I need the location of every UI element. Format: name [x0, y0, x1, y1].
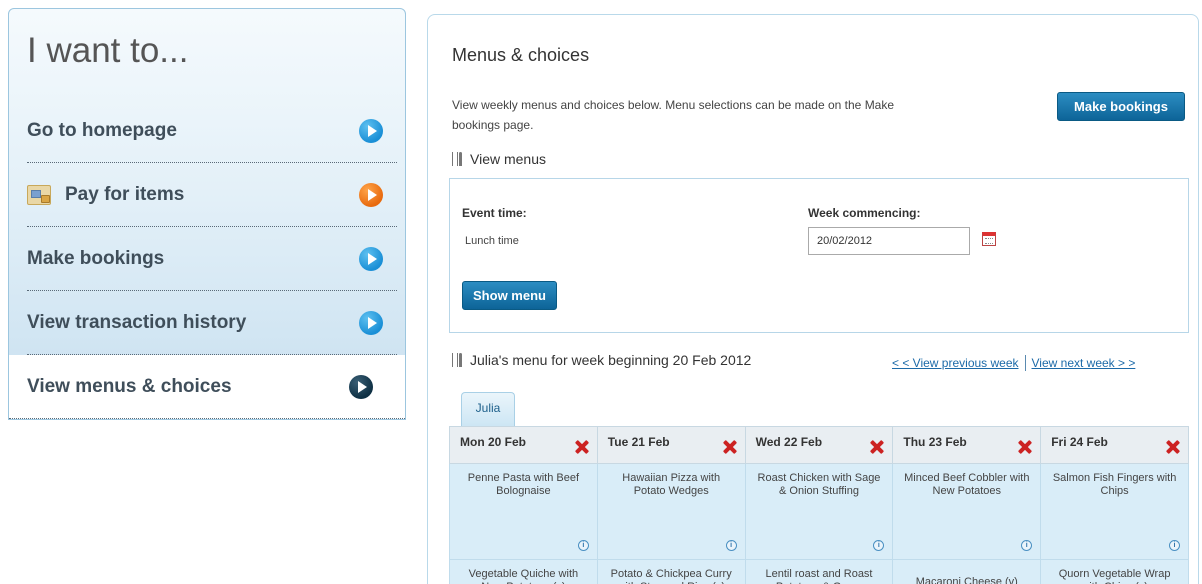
cutlery-icon	[452, 152, 462, 166]
menu-cell[interactable]: Minced Beef Cobbler with New Potatoes i	[892, 463, 1042, 560]
event-time-label: Event time:	[462, 206, 527, 220]
day-label: Thu 23 Feb	[903, 435, 967, 449]
sidebar-item-view-menus[interactable]: View menus & choices	[9, 355, 405, 419]
play-arrow-icon	[359, 118, 383, 143]
sidebar-item-homepage[interactable]: Go to homepage	[27, 99, 397, 163]
menu-cell[interactable]: Quorn Vegetable Wrap with Chips (v)	[1040, 559, 1189, 584]
info-icon[interactable]: i	[725, 540, 737, 551]
remove-icon[interactable]	[575, 440, 589, 454]
sidebar-title: I want to...	[27, 31, 189, 70]
page-title: Menus & choices	[452, 45, 590, 65]
info-icon[interactable]: i	[577, 540, 589, 551]
main-panel: Menus & choices View weekly menus and ch…	[427, 14, 1199, 584]
meal-name: Vegetable Quiche with New Potatoes (v)	[468, 568, 579, 584]
menu-cell[interactable]: Potato & Chickpea Curry with Steamed Ric…	[596, 559, 746, 584]
previous-week-link[interactable]: < < View previous week	[892, 356, 1019, 370]
play-arrow-icon	[359, 246, 383, 271]
day-header-tue: Tue 21 Feb	[596, 426, 746, 464]
make-bookings-button[interactable]: Make bookings	[1057, 92, 1185, 121]
menu-cell[interactable]: Hawaiian Pizza with Potato Wedges i	[596, 463, 746, 560]
remove-icon[interactable]	[1166, 440, 1180, 454]
sidebar-item-pay-for-items[interactable]: Pay for items	[27, 163, 397, 227]
table-row: Penne Pasta with Beef Bolognaise i Hawaii…	[449, 463, 1189, 560]
meal-name: Minced Beef Cobbler with New Potatoes	[904, 472, 1030, 497]
show-menu-button[interactable]: Show menu	[462, 281, 557, 310]
menu-cell[interactable]: Penne Pasta with Beef Bolognaise i	[449, 463, 598, 560]
meal-name: Penne Pasta with Beef Bolognaise	[467, 472, 580, 497]
view-menus-heading: View menus	[452, 151, 546, 167]
calendar-icon[interactable]	[982, 232, 996, 246]
meal-name: Lentil roast and Roast Potatoes & Gravy	[765, 568, 873, 584]
cutlery-icon	[452, 353, 462, 367]
wallet-icon	[27, 184, 51, 205]
week-menu-heading: Julia's menu for week beginning 20 Feb 2…	[452, 352, 751, 368]
meal-name: Potato & Chickpea Curry with Steamed Ric…	[610, 568, 732, 584]
meal-name: Salmon Fish Fingers with Chips	[1052, 472, 1177, 497]
next-week-link[interactable]: View next week > >	[1032, 356, 1136, 370]
menu-cell[interactable]: Macaroni Cheese (v)	[892, 559, 1042, 584]
sidebar-item-label: Pay for items	[65, 183, 185, 205]
sidebar-item-label: View transaction history	[27, 311, 247, 333]
menu-table: Mon 20 Feb Tue 21 Feb Wed 22 Feb Thu 23 …	[449, 426, 1189, 584]
week-commencing-label: Week commencing:	[808, 206, 921, 220]
menu-form: Event time: Lunch time Week commencing: …	[449, 178, 1189, 333]
day-label: Tue 21 Feb	[607, 435, 670, 449]
view-menus-heading-label: View menus	[470, 151, 547, 167]
meal-name: Hawaiian Pizza with Potato Wedges	[622, 472, 721, 497]
sidebar-item-transaction-history[interactable]: View transaction history	[27, 291, 397, 355]
menu-cell[interactable]: Vegetable Quiche with New Potatoes (v)	[449, 559, 598, 584]
day-label: Mon 20 Feb	[460, 435, 527, 449]
event-time-value: Lunch time	[465, 235, 519, 247]
day-header-fri: Fri 24 Feb	[1040, 426, 1189, 464]
meal-name: Quorn Vegetable Wrap with Chips (v)	[1058, 568, 1171, 584]
remove-icon[interactable]	[1018, 440, 1032, 454]
remove-icon[interactable]	[723, 440, 737, 454]
table-header-row: Mon 20 Feb Tue 21 Feb Wed 22 Feb Thu 23 …	[449, 426, 1189, 464]
day-header-mon: Mon 20 Feb	[449, 426, 598, 464]
sidebar-item-label: Make bookings	[27, 247, 165, 269]
day-label: Fri 24 Feb	[1051, 435, 1108, 449]
week-navigation: < < View previous week View next week > …	[892, 355, 1135, 371]
menu-cell[interactable]: Lentil roast and Roast Potatoes & Gravy	[744, 559, 894, 584]
info-icon[interactable]: i	[1021, 540, 1033, 551]
sidebar-item-make-bookings[interactable]: Make bookings	[27, 227, 397, 291]
play-arrow-icon	[359, 310, 383, 335]
sidebar-item-label: Go to homepage	[27, 119, 177, 141]
info-icon[interactable]: i	[873, 540, 885, 551]
intro-text: View weekly menus and choices below. Men…	[452, 98, 895, 132]
remove-icon[interactable]	[870, 440, 884, 454]
play-arrow-icon	[359, 182, 383, 207]
day-header-thu: Thu 23 Feb	[892, 426, 1042, 464]
play-arrow-icon	[349, 374, 373, 399]
info-icon[interactable]: i	[1169, 540, 1180, 551]
day-header-wed: Wed 22 Feb	[744, 426, 894, 464]
sidebar: I want to... Go to homepage Pay for item…	[8, 8, 406, 420]
meal-name: Roast Chicken with Sage & Onion Stuffing	[757, 472, 881, 497]
tab-julia[interactable]: Julia	[461, 392, 515, 426]
divider	[1024, 355, 1026, 371]
menu-cell[interactable]: Roast Chicken with Sage & Onion Stuffing…	[744, 463, 894, 560]
menu-cell[interactable]: Salmon Fish Fingers with Chips i	[1040, 463, 1189, 560]
sidebar-item-label: View menus & choices	[27, 375, 232, 397]
table-row: Vegetable Quiche with New Potatoes (v) P…	[449, 559, 1189, 584]
week-commencing-input[interactable]	[808, 227, 970, 255]
day-label: Wed 22 Feb	[755, 435, 823, 449]
meal-name: Macaroni Cheese (v)	[915, 576, 1018, 584]
week-menu-heading-label: Julia's menu for week beginning 20 Feb 2…	[470, 352, 752, 368]
